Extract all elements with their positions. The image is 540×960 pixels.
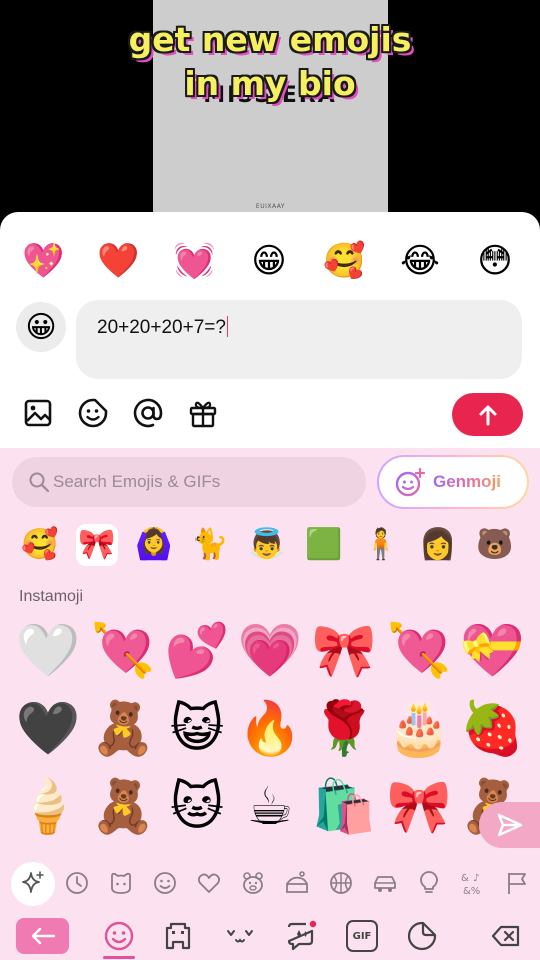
quick-reaction[interactable]: 💓 — [173, 240, 215, 282]
emoji-cell[interactable]: 🎀 — [309, 616, 379, 686]
pack-item[interactable]: 🐻 — [474, 524, 516, 566]
backspace-icon[interactable] — [490, 920, 522, 952]
emoji-cell[interactable]: 💗 — [235, 616, 305, 686]
caption-line-2: in my bio — [184, 64, 356, 103]
sticker-icon[interactable] — [77, 397, 109, 429]
ball-icon[interactable] — [328, 870, 354, 896]
user-avatar[interactable]: 😀 — [16, 302, 66, 352]
clock-icon[interactable] — [64, 870, 90, 896]
video-background: EUIXAAY MISS ERA get new emojis in my bi… — [0, 0, 540, 240]
emoji-cell[interactable]: 🌹 — [309, 694, 379, 764]
emoji-cell[interactable]: ☕ — [235, 772, 305, 842]
emoji-cell[interactable]: 😺 — [162, 694, 232, 764]
quick-reaction[interactable]: 💖 — [22, 240, 64, 282]
gif-button[interactable]: GIF — [346, 920, 378, 952]
quick-reaction[interactable]: 🥰 — [323, 240, 365, 282]
pack-item[interactable]: 🐈 — [189, 524, 231, 566]
quick-reactions-row: 💖 ❤️ 💓 😁 🥰 😂 😳 — [0, 228, 540, 294]
sparkle-icon[interactable] — [20, 870, 46, 896]
svg-text:&: & — [461, 873, 469, 884]
svg-text:♪: ♪ — [473, 873, 479, 884]
emoji-cell[interactable]: 💘 — [384, 616, 454, 686]
smiley-icon[interactable] — [108, 870, 134, 896]
emoji-cell[interactable]: 🍦 — [13, 772, 83, 842]
gift-icon[interactable] — [187, 397, 219, 429]
genmoji-label: Genmoji — [433, 472, 502, 491]
symbols-icon[interactable]: & ♪ &% — [460, 870, 486, 896]
emoji-cell[interactable]: 🔥 — [235, 694, 305, 764]
send-button[interactable] — [452, 393, 523, 436]
pixel-icon[interactable] — [162, 920, 194, 952]
pack-item[interactable]: 🙆‍♀️ — [133, 524, 175, 566]
sticker-tab-icon[interactable] — [406, 920, 438, 952]
quick-reaction[interactable]: 😳 — [474, 240, 516, 282]
quick-reaction[interactable]: ❤️ — [97, 240, 139, 282]
svg-text:&%: &% — [463, 886, 480, 896]
arrow-left-icon — [31, 927, 55, 945]
emoji-cell[interactable]: 🍓 — [457, 694, 527, 764]
car-icon[interactable] — [372, 870, 398, 896]
flag-icon[interactable] — [504, 870, 530, 896]
emoji-cell[interactable]: 💘 — [88, 616, 158, 686]
mention-icon[interactable] — [132, 397, 164, 429]
send-sticker-button[interactable] — [479, 802, 540, 848]
emoji-grid: 🤍 💘 💕 💗 🎀 💘 💝 🖤 🧸 😺 🔥 🌹 🎂 🍓 🍦 🧸 🐱 ☕ 🛍️ 🎀… — [0, 616, 540, 856]
emoji-cell[interactable]: 🎀 — [384, 772, 454, 842]
pack-item[interactable]: 🧍 — [360, 524, 402, 566]
avatar-emoji: 😀 — [25, 309, 57, 345]
arrow-up-icon — [479, 405, 496, 425]
emoji-tab-icon[interactable] — [103, 920, 135, 952]
food-icon[interactable] — [284, 870, 310, 896]
image-icon[interactable] — [22, 397, 54, 429]
text-caret — [226, 316, 229, 337]
search-icon — [29, 472, 50, 493]
emoji-cell[interactable]: 🎂 — [384, 694, 454, 764]
emoji-cell[interactable]: 🧸 — [88, 694, 158, 764]
emoji-cell[interactable]: 🐱 — [162, 772, 232, 842]
genmoji-icon — [395, 467, 426, 497]
caption-line-1: get new emojis — [128, 20, 412, 59]
pack-item[interactable]: 👼 — [246, 524, 288, 566]
paper-plane-icon — [497, 813, 523, 837]
emoji-cell[interactable]: 🧸 — [88, 772, 158, 842]
ai-sticker-icon[interactable] — [285, 920, 317, 952]
emoji-cell[interactable]: 💕 — [162, 616, 232, 686]
face-icon[interactable] — [152, 870, 178, 896]
emoji-cell[interactable]: 💝 — [457, 616, 527, 686]
emoji-cell[interactable]: 🛍️ — [309, 772, 379, 842]
emoji-search-input[interactable]: Search Emojis & GIFs — [12, 457, 366, 507]
animal-icon[interactable] — [240, 870, 266, 896]
section-title: Instamoji — [19, 588, 84, 605]
quick-reaction[interactable]: 😁 — [248, 240, 290, 282]
gif-label: GIF — [352, 930, 372, 942]
pack-instamoji[interactable]: 🎀 — [76, 524, 118, 566]
pack-item[interactable]: 👩 — [417, 524, 459, 566]
active-tab-indicator — [103, 956, 135, 959]
emoji-cell[interactable]: 🖤 — [13, 694, 83, 764]
emoji-cell[interactable]: 🤍 — [13, 616, 83, 686]
search-placeholder: Search Emojis & GIFs — [53, 472, 221, 491]
pack-item[interactable]: 🟩 — [303, 524, 345, 566]
bulb-icon[interactable] — [416, 870, 442, 896]
kaomoji-icon[interactable] — [224, 920, 256, 952]
video-brand-text: EUIXAAY — [255, 203, 286, 210]
message-input[interactable]: 20+20+20+7=? — [76, 300, 522, 379]
genmoji-button[interactable]: Genmoji — [377, 455, 529, 509]
pack-genmoji[interactable]: 🥰 — [19, 524, 61, 566]
quick-reaction[interactable]: 😂 — [399, 240, 441, 282]
abc-keyboard-button[interactable] — [16, 918, 69, 954]
heart-icon[interactable] — [196, 870, 222, 896]
sticker-pack-row: 🥰 🎀 🙆‍♀️ 🐈 👼 🟩 🧍 👩 🐻 — [0, 520, 540, 572]
message-text: 20+20+20+7=? — [97, 317, 226, 338]
